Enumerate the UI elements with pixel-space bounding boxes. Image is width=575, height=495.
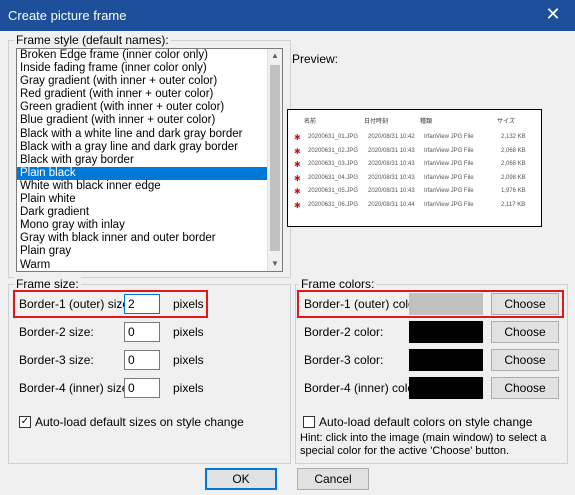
window-title: Create picture frame xyxy=(8,8,127,23)
border4-units: pixels xyxy=(173,381,204,395)
preview-label: Preview: xyxy=(292,52,339,66)
list-item[interactable]: Plain gray xyxy=(17,245,282,258)
scroll-down-icon[interactable]: ▼ xyxy=(268,257,282,271)
frame-colors-label: Frame colors: xyxy=(299,277,377,291)
preview-header-cell: 種類 xyxy=(420,119,433,125)
preview-cell: 20200631_05.JPG xyxy=(308,188,359,194)
preview-image: 名前 日付時刻 種類 サイズ ✱ 20200631_01.JPG 2020/08/31 10… xyxy=(287,109,542,227)
preview-cell: 2020/08/31 10:44 xyxy=(368,201,415,208)
jpg-file-icon: ✱ xyxy=(294,173,301,183)
preview-cell: 2020/08/31 10:43 xyxy=(368,174,415,181)
jpg-file-icon: ✱ xyxy=(294,146,301,156)
preview-cell: 2020/08/31 10:43 xyxy=(368,147,415,154)
autoload-colors-label[interactable]: Auto-load default colors on style change xyxy=(319,415,532,429)
frame-style-label: Frame style (default names): xyxy=(14,33,171,47)
border1-size-label: Border-1 (outer) size: xyxy=(19,297,133,311)
ok-button[interactable]: OK xyxy=(205,468,277,490)
border1-color-swatch xyxy=(409,293,483,315)
cancel-button[interactable]: Cancel xyxy=(297,468,369,490)
autoload-colors-checkbox[interactable] xyxy=(303,416,315,428)
preview-cell: IrfanView JPG File xyxy=(424,174,474,181)
jpg-file-icon: ✱ xyxy=(294,200,301,210)
list-item[interactable]: Blue gradient (with inner + outer color) xyxy=(17,114,282,127)
preview-cell: 2020/08/31 10:42 xyxy=(368,134,415,140)
jpg-file-icon: ✱ xyxy=(294,187,301,196)
scroll-up-icon[interactable]: ▲ xyxy=(268,49,282,63)
preview-cell: 2,098 KB xyxy=(501,174,526,181)
list-item[interactable]: Black with a white line and dark gray bo… xyxy=(17,128,282,141)
preview-header-cell: 日付時刻 xyxy=(364,119,389,125)
close-icon[interactable]: ✕ xyxy=(541,3,565,25)
preview-cell: 2020/08/31 10:43 xyxy=(368,188,415,194)
border3-color-label: Border-3 color: xyxy=(304,353,384,367)
list-item[interactable]: Red gradient (with inner + outer color) xyxy=(17,88,282,101)
preview-cell: 20200631_04.JPG xyxy=(308,174,359,181)
border2-choose-button[interactable]: Choose xyxy=(491,321,559,343)
border1-size-input[interactable]: 2 xyxy=(124,294,160,314)
border2-size-label: Border-2 size: xyxy=(19,325,94,339)
autoload-sizes-checkbox[interactable]: ✓ xyxy=(19,416,31,428)
preview-cell: IrfanView JPG File xyxy=(424,188,474,194)
list-item[interactable]: Plain white xyxy=(17,193,282,206)
frame-size-label: Frame size: xyxy=(14,277,81,291)
border1-units: pixels xyxy=(173,297,204,311)
list-item[interactable]: Dark gradient xyxy=(17,206,282,219)
list-item[interactable]: Gray with black inner and outer border xyxy=(17,232,282,245)
border3-size-label: Border-3 size: xyxy=(19,353,94,367)
color-hint-text: Hint: click into the image (main window)… xyxy=(300,432,547,457)
border4-choose-button[interactable]: Choose xyxy=(491,377,559,399)
border1-color-label: Border-1 (outer) color: xyxy=(304,297,423,311)
preview-cell: IrfanView JPG File xyxy=(424,201,474,208)
list-item[interactable]: Mono gray with inlay xyxy=(17,219,282,232)
title-bar: Create picture frame ✕ xyxy=(0,0,575,31)
border3-choose-button[interactable]: Choose xyxy=(491,349,559,371)
border4-color-swatch xyxy=(409,377,483,399)
border3-color-swatch xyxy=(409,349,483,371)
preview-cell: 20200631_03.JPG xyxy=(308,161,359,167)
list-item[interactable]: Broken Edge frame (inner color only) xyxy=(17,49,282,62)
border2-size-input[interactable]: 0 xyxy=(124,322,160,342)
scroll-thumb[interactable] xyxy=(270,65,280,251)
border3-size-input[interactable]: 0 xyxy=(124,350,160,370)
border4-color-label: Border-4 (inner) color: xyxy=(304,381,422,395)
list-item[interactable]: White with black inner edge xyxy=(17,180,282,193)
list-item[interactable]: Gray gradient (with inner + outer color) xyxy=(17,75,282,88)
jpg-file-icon: ✱ xyxy=(294,133,301,142)
preview-cell: 2,117 KB xyxy=(501,201,526,208)
list-item[interactable]: Black with gray border xyxy=(17,154,282,167)
preview-cell: 2,068 KB xyxy=(501,161,526,167)
border2-color-label: Border-2 color: xyxy=(304,325,384,339)
border3-units: pixels xyxy=(173,353,204,367)
border4-size-input[interactable]: 0 xyxy=(124,378,160,398)
frame-style-list[interactable]: Broken Edge frame (inner color only) Insi… xyxy=(16,48,283,272)
preview-cell: IrfanView JPG File xyxy=(424,147,474,154)
preview-header-cell: サイズ xyxy=(497,119,515,125)
preview-cell: IrfanView JPG File xyxy=(424,134,474,140)
preview-cell: 2,068 KB xyxy=(501,147,526,154)
preview-cell: 20200631_01.JPG xyxy=(308,134,359,140)
border4-size-label: Border-4 (inner) size: xyxy=(19,381,132,395)
list-item[interactable]: Inside fading frame (inner color only) xyxy=(17,62,282,75)
preview-cell: 2,132 KB xyxy=(501,134,526,140)
preview-cell: 20200631_06.JPG xyxy=(308,201,359,208)
preview-cell: IrfanView JPG File xyxy=(424,161,474,167)
list-scrollbar[interactable]: ▲ ▼ xyxy=(267,49,282,271)
preview-header-cell: 名前 xyxy=(304,119,317,125)
list-item[interactable]: Warm xyxy=(17,259,282,272)
preview-cell: 20200631_02.JPG xyxy=(308,147,359,154)
list-item[interactable]: Green gradient (with inner + outer color… xyxy=(17,101,282,114)
border2-color-swatch xyxy=(409,321,483,343)
jpg-file-icon: ✱ xyxy=(294,160,301,169)
list-item[interactable]: Black with a gray line and dark gray bor… xyxy=(17,141,282,154)
border2-units: pixels xyxy=(173,325,204,339)
border1-choose-button[interactable]: Choose xyxy=(491,293,559,315)
preview-cell: 1,976 KB xyxy=(501,188,526,194)
list-item[interactable]: Plain black xyxy=(17,166,282,180)
autoload-sizes-label[interactable]: Auto-load default sizes on style change xyxy=(35,415,244,429)
preview-cell: 2020/08/31 10:43 xyxy=(368,161,415,167)
